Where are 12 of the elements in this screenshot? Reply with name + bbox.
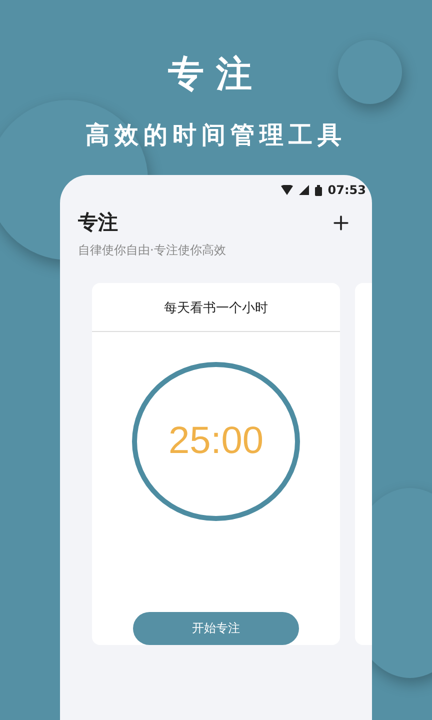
task-title: 每天看书一个小时 (92, 283, 340, 332)
task-card[interactable]: 每天看书一个小时 25:00 开始专注 (92, 283, 340, 645)
page-subtitle: 自律使你自由·专注使你高效 (77, 242, 227, 259)
timer-text: 25:00 (168, 420, 264, 463)
headline: 专注 (168, 53, 264, 97)
signal-icon (298, 185, 309, 195)
battery-icon (314, 184, 322, 196)
status-time: 07:53 (328, 183, 366, 197)
wifi-icon (280, 185, 293, 195)
tagline: 高效的时间管理工具 (86, 120, 346, 151)
page-title: 专注 (78, 209, 118, 236)
start-button[interactable]: 开始专注 (133, 612, 299, 645)
